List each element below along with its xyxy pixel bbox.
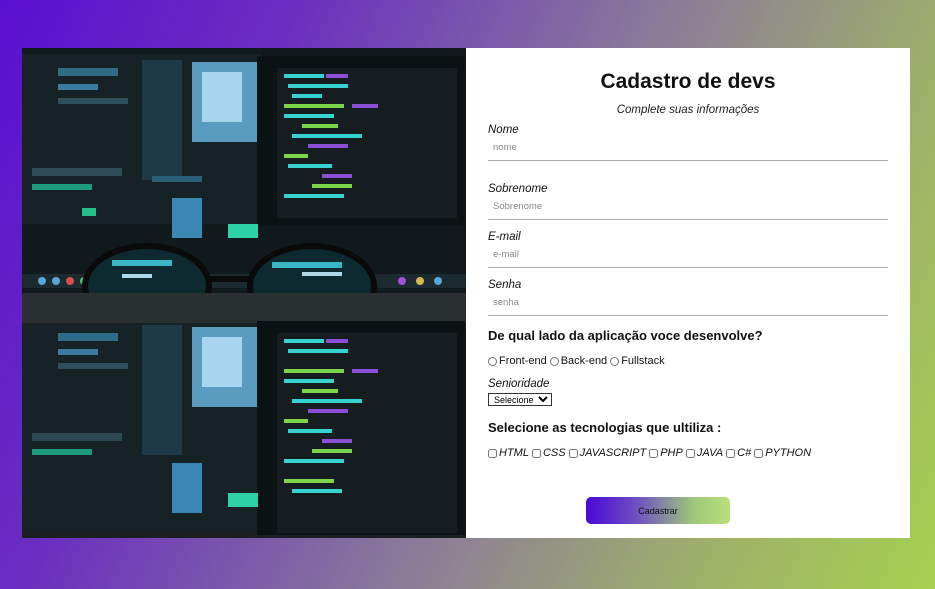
checkbox-php[interactable]	[649, 448, 659, 458]
nome-input[interactable]	[488, 136, 888, 161]
page-title: Cadastro de devs	[600, 70, 776, 93]
checkbox-csharp[interactable]	[726, 448, 736, 458]
signup-form: Cadastro de devs Complete suas informaçõ…	[466, 48, 910, 538]
side-radio-group: Front-end Back-end Fullstack	[488, 355, 888, 367]
sobrenome-label: Sobrenome	[488, 183, 548, 195]
page-subtitle: Complete suas informações	[616, 104, 760, 116]
field-email: E-mail	[488, 231, 888, 268]
radio-back-end[interactable]	[549, 356, 559, 366]
checkbox-java[interactable]	[685, 448, 695, 458]
checkbox-javascript[interactable]	[568, 448, 578, 458]
senha-input[interactable]	[488, 291, 888, 316]
checkbox-python[interactable]	[754, 448, 764, 458]
field-sobrenome: Sobrenome	[488, 183, 888, 220]
photo-top-half	[22, 48, 466, 293]
hero-photo	[22, 48, 466, 538]
sobrenome-input[interactable]	[488, 195, 888, 220]
nome-label: Nome	[488, 124, 519, 136]
field-senha: Senha	[488, 279, 888, 316]
seniority-select[interactable]: Selecione	[488, 393, 552, 406]
tech-checkbox-group: HTML CSS JAVASCRIPT PHP JAVA C# PYTHON	[488, 447, 888, 459]
radio-front-end[interactable]	[488, 356, 497, 366]
photo-bottom-half	[22, 293, 466, 538]
checkbox-css[interactable]	[531, 448, 541, 458]
checkbox-css-label: CSS	[542, 447, 566, 459]
side-question: De qual lado da aplicação voce desenvolv…	[488, 328, 763, 343]
checkbox-html-label: HTML	[499, 447, 529, 459]
code-screen-illustration-icon	[22, 293, 466, 538]
email-label: E-mail	[488, 231, 521, 243]
tech-question: Selecione as tecnologias que ultiliza :	[488, 420, 722, 435]
radio-fullstack-label: Fullstack	[621, 355, 665, 367]
radio-front-end-label: Front-end	[499, 355, 547, 367]
submit-button[interactable]: Cadastrar	[586, 497, 730, 524]
senha-label: Senha	[488, 279, 522, 291]
radio-fullstack[interactable]	[610, 356, 620, 366]
seniority-group: Senioridade Selecione	[488, 378, 888, 408]
checkbox-javascript-label: JAVASCRIPT	[579, 447, 647, 459]
checkbox-csharp-label: C#	[737, 447, 752, 459]
signup-card: Cadastro de devs Complete suas informaçõ…	[22, 48, 910, 538]
checkbox-html[interactable]	[488, 448, 497, 458]
seniority-label: Senioridade	[488, 378, 550, 390]
checkbox-php-label: PHP	[660, 447, 683, 459]
radio-back-end-label: Back-end	[560, 355, 608, 367]
checkbox-java-label: JAVA	[696, 447, 724, 459]
field-nome: Nome	[488, 124, 888, 161]
code-screen-illustration-icon	[22, 48, 466, 293]
email-input[interactable]	[488, 243, 888, 268]
checkbox-python-label: PYTHON	[765, 447, 812, 459]
